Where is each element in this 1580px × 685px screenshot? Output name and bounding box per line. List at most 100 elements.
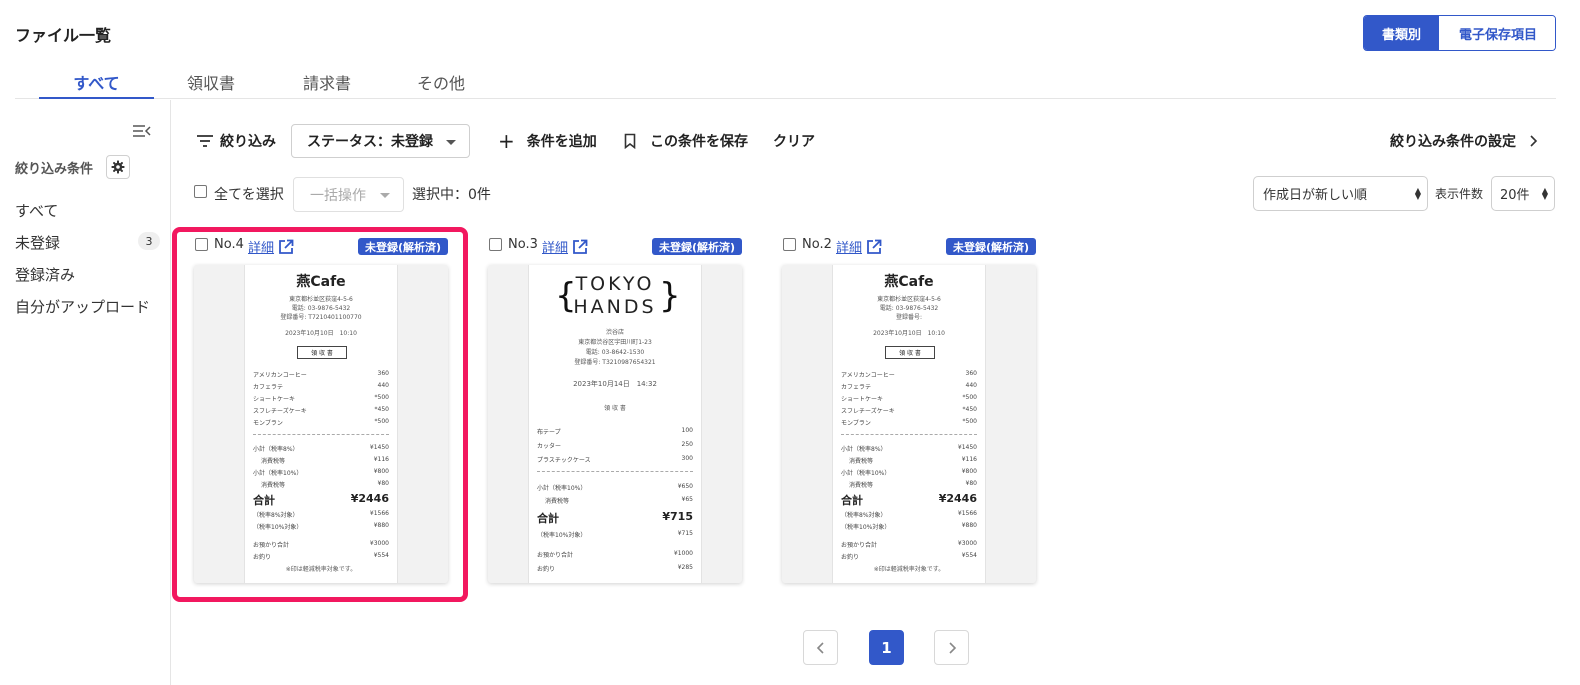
sidebar-item-all[interactable]: すべて: [15, 200, 58, 221]
receipt-payment: お釣り ¥554: [841, 552, 977, 561]
filter-conditions-title: 絞り込み条件: [15, 162, 94, 177]
receipt-thumbnail[interactable]: { } TOKYO HANDS 渋谷店 東京都渋谷区宇田川町1-23 電話: 0…: [488, 265, 742, 583]
status-filter-label: ステータス：未登録: [307, 134, 433, 150]
filter-settings-button[interactable]: [106, 155, 130, 179]
collapse-sidebar-icon[interactable]: [133, 124, 151, 138]
breakdown-label: （税率8%対象）: [841, 512, 887, 519]
card-checkbox[interactable]: [489, 238, 502, 251]
save-condition-button[interactable]: この条件を保存: [624, 131, 748, 151]
page-title: ファイル一覧: [15, 26, 112, 45]
receipt-subtotal: 小計（税率8%） ¥1450: [841, 444, 977, 453]
receipt-subtotal: 小計（税率10%） ¥800: [253, 468, 389, 477]
subtotal-value: ¥80: [965, 480, 977, 487]
subtotal-label: 小計（税率8%）: [253, 446, 299, 453]
item-name: モンブラン: [253, 420, 283, 427]
item-price: *450: [374, 406, 389, 413]
card-detail-link[interactable]: 詳細: [248, 237, 274, 256]
sort-order-select[interactable]: 作成日が新しい順 ▲ ▼: [1253, 176, 1428, 211]
subtotal-value: ¥80: [377, 480, 389, 487]
item-price: *500: [962, 394, 977, 401]
receipt-image: { } TOKYO HANDS 渋谷店 東京都渋谷区宇田川町1-23 電話: 0…: [528, 265, 702, 583]
receipt-item: プラスチックケース 300: [537, 455, 693, 464]
bookmark-icon: [624, 133, 636, 149]
receipt-breakdown: （税率10%対象） ¥715: [537, 530, 693, 539]
view-by-document-button[interactable]: 書類別: [1364, 16, 1439, 50]
receipt-total: 合計 ¥2446: [841, 492, 977, 508]
tab-bar: すべて 領収書 請求書 その他: [15, 62, 1556, 99]
item-name: 布テープ: [537, 429, 561, 436]
subtotal-value: ¥800: [373, 468, 389, 475]
filter-button[interactable]: 絞り込み: [196, 131, 276, 151]
subtotal-value: ¥116: [961, 456, 977, 463]
item-name: ショートケーキ: [841, 396, 884, 403]
external-link-icon[interactable]: [572, 239, 588, 255]
breakdown-label: （税率10%対象）: [253, 524, 303, 531]
card-checkbox[interactable]: [195, 238, 208, 251]
status-badge: 未登録(解析済): [358, 238, 448, 255]
sidebar-item-registered[interactable]: 登録済み: [15, 264, 75, 285]
item-price: *500: [374, 418, 389, 425]
view-by-storage-item-button[interactable]: 電子保存項目: [1439, 16, 1555, 50]
receipt-note: ※印は軽減税率対象です。: [285, 566, 357, 573]
subtotal-value: ¥116: [373, 456, 389, 463]
external-link-icon[interactable]: [278, 239, 294, 255]
filter-icon: [197, 135, 213, 147]
add-condition-button[interactable]: + 条件を追加: [498, 131, 597, 151]
file-card[interactable]: No.2 詳細 未登録(解析済) 燕Cafe 東京都杉並区荻窪4-5-6 電話:…: [782, 236, 1037, 584]
receipt-divider: [253, 434, 389, 435]
receipt-item: カフェラテ 440: [253, 382, 389, 391]
receipt-payment: お預かり合計 ¥1000: [537, 550, 693, 559]
sidebar: [0, 100, 171, 685]
item-name: アメリカンコーヒー: [253, 372, 307, 379]
tab-invoices[interactable]: 請求書: [287, 62, 367, 99]
page-button-current[interactable]: 1: [869, 630, 904, 665]
view-toggle: 書類別 電子保存項目: [1363, 15, 1556, 51]
receipt-item: ショートケーキ *500: [841, 394, 977, 403]
prev-page-button[interactable]: [803, 630, 838, 665]
next-page-button[interactable]: [934, 630, 969, 665]
per-page-select[interactable]: 20件 ▲ ▼: [1491, 176, 1555, 211]
receipt-thumbnail[interactable]: 燕Cafe 東京都杉並区荻窪4-5-6 電話: 03-9876-5432 登録番…: [782, 265, 1036, 583]
total-label: 合計: [841, 494, 863, 507]
receipt-breakdown: （税率10%対象） ¥880: [253, 522, 389, 531]
receipt-payment: お預かり合計 ¥3000: [253, 540, 389, 549]
item-name: カフェラテ: [253, 384, 284, 391]
item-price: *450: [962, 406, 977, 413]
sidebar-item-unregistered[interactable]: 未登録: [15, 232, 60, 253]
file-card[interactable]: No.3 詳細 未登録(解析済) { } TOKYO HANDS 渋谷店 東京都…: [488, 236, 743, 584]
card-detail-link[interactable]: 詳細: [542, 237, 568, 256]
receipt-breakdown: （税率8%対象） ¥1566: [841, 510, 977, 519]
payment-value: ¥1000: [673, 550, 693, 557]
status-badge: 未登録(解析済): [652, 238, 742, 255]
tab-all[interactable]: すべて: [39, 62, 154, 99]
unregistered-count-badge: 3: [138, 232, 160, 250]
card-checkbox[interactable]: [783, 238, 796, 251]
receipt-note: ※印は軽減税率対象です。: [873, 566, 945, 573]
subtotal-value: ¥1450: [957, 444, 977, 451]
subtotal-label: 消費税等: [545, 498, 570, 505]
payment-label: お釣り: [253, 554, 272, 561]
receipt-thumbnail[interactable]: 燕Cafe 東京都杉並区荻窪4-5-6 電話: 03-9876-5432 登録番…: [194, 265, 448, 583]
external-link-icon[interactable]: [866, 239, 882, 255]
receipt-divider: [841, 434, 977, 435]
breakdown-label: （税率10%対象）: [841, 524, 891, 531]
status-filter-chip[interactable]: ステータス：未登録: [291, 124, 470, 158]
sidebar-item-my-uploads[interactable]: 自分がアップロード: [15, 296, 150, 317]
select-all-checkbox[interactable]: [194, 185, 207, 198]
tab-receipts[interactable]: 領収書: [171, 62, 251, 99]
total-label: 合計: [537, 512, 559, 525]
receipt-phone: 電話: 03-8642-1530: [585, 349, 645, 356]
filter-settings-link[interactable]: 絞り込み条件の設定: [1390, 131, 1538, 151]
receipt-image: 燕Cafe 東京都杉並区荻窪4-5-6 電話: 03-9876-5432 登録番…: [244, 265, 398, 583]
file-card[interactable]: No.4 詳細 未登録(解析済) 燕Cafe 東京都杉並区荻窪4-5-6 電話:…: [194, 236, 449, 584]
tab-other[interactable]: その他: [401, 62, 481, 99]
receipt-item: スフレチーズケーキ *450: [841, 406, 977, 415]
receipt-date: 2023年10月10日 10:10: [873, 330, 945, 337]
gear-icon: [111, 160, 125, 174]
clear-button[interactable]: クリア: [773, 131, 815, 151]
card-number: No.2: [802, 237, 832, 252]
item-price: 440: [377, 382, 389, 389]
bulk-action-select[interactable]: 一括操作: [293, 177, 404, 212]
receipt-date: 2023年10月14日 14:32: [573, 380, 657, 388]
card-detail-link[interactable]: 詳細: [836, 237, 862, 256]
